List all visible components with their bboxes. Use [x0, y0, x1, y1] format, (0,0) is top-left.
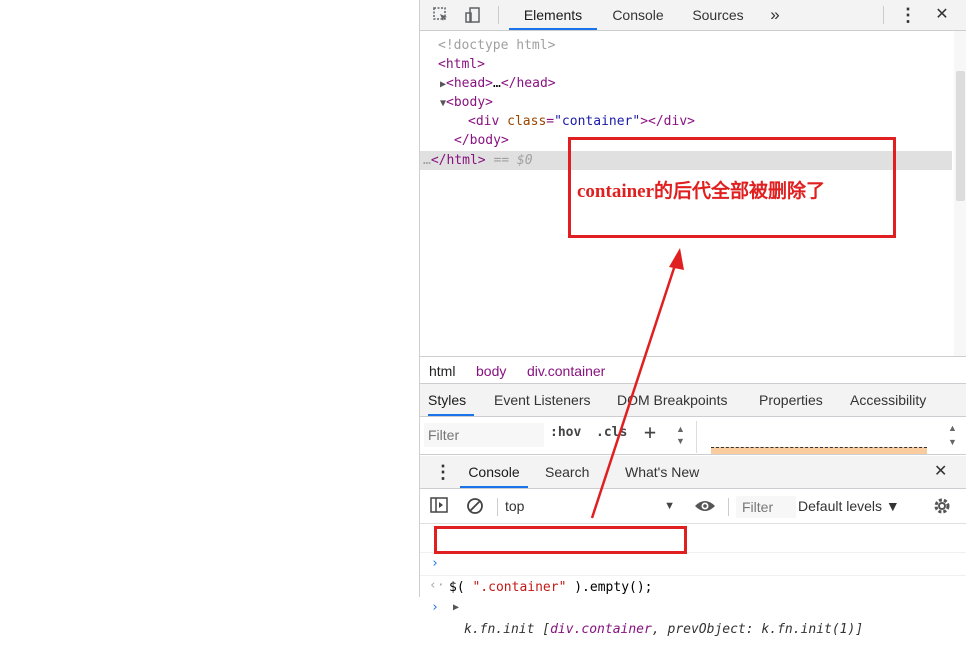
breadcrumb-body[interactable]: body — [476, 361, 506, 381]
annotation-text: container的后代全部被删除了 — [577, 181, 826, 202]
scrollbar-thumb[interactable] — [956, 71, 965, 201]
breadcrumb-html[interactable]: html — [429, 361, 455, 381]
head-ellipsis: … — [493, 76, 501, 91]
log-levels-dropdown[interactable]: Default levels ▼ — [798, 496, 900, 516]
more-tabs-icon[interactable]: » — [764, 0, 786, 30]
toolbar-divider — [883, 6, 884, 24]
inspect-element-icon[interactable] — [430, 4, 452, 26]
breadcrumb: html body div.container — [420, 356, 966, 384]
body-node[interactable]: ▼<body> — [440, 93, 493, 112]
div-attr-value: "container" — [554, 114, 641, 129]
console-toolbar: top ▼ Filter Default levels ▼ — [420, 489, 966, 524]
dom-tree-scrollbar[interactable] — [954, 31, 966, 356]
chevron-down-icon: ▼ — [664, 500, 675, 512]
customize-menu-icon[interactable]: ⋮ — [898, 0, 918, 30]
blank-page-area — [0, 0, 419, 597]
breadcrumb-div-container[interactable]: div.container — [527, 361, 605, 381]
box-model-margin — [711, 447, 927, 454]
row-dots: … — [423, 153, 431, 168]
close-devtools-icon[interactable]: ✕ — [930, 0, 954, 30]
toolbar-divider — [497, 498, 498, 516]
context-selector[interactable]: top ▼ — [505, 496, 675, 516]
tab-elements[interactable]: Elements — [509, 0, 597, 30]
scroll-arrows-icon[interactable]: ▲ ▼ — [676, 423, 685, 447]
devtools-panel: Elements Console Sources » ⋮ ✕ <!doctype… — [419, 0, 966, 637]
html-close-node[interactable]: …</html> == $0 — [423, 151, 533, 170]
device-toolbar-icon[interactable] — [462, 4, 484, 26]
cls-button[interactable]: .cls — [596, 425, 627, 440]
expand-triangle-icon[interactable]: ▶ — [453, 597, 459, 619]
hov-button[interactable]: :hov — [550, 425, 581, 440]
console-prompt[interactable]: › — [420, 576, 966, 615]
doctype-node[interactable]: <!doctype html> — [438, 36, 555, 55]
toolbar-divider — [728, 498, 729, 516]
new-style-rule-icon[interactable]: + — [644, 420, 656, 444]
tab-sources[interactable]: Sources — [684, 0, 752, 30]
result-suffix: , prevObject: k.fn.init(1)] — [651, 622, 864, 637]
box-model-preview — [696, 421, 952, 454]
console-drawer-tabbar: ⋮ Console Search What's New ✕ — [420, 456, 966, 489]
devtools-tabbar: Elements Console Sources » ⋮ ✕ — [420, 0, 966, 31]
tab-properties[interactable]: Properties — [759, 384, 823, 416]
body-close-node[interactable]: </body> — [454, 131, 509, 150]
div-attr-name: class — [507, 114, 547, 129]
result-value[interactable]: k.fn.init [div.container, prevObject: k.… — [464, 619, 863, 641]
console-result-line: ‹· ▶ k.fn.init [div.container, prevObjec… — [420, 553, 966, 637]
tab-accessibility[interactable]: Accessibility — [850, 384, 926, 416]
head-close-tag: </head> — [500, 76, 556, 91]
drawer-tab-whats-new[interactable]: What's New — [625, 456, 699, 488]
div-close-tag: ></div> — [640, 114, 695, 129]
html-open-node[interactable]: <html> — [438, 55, 485, 74]
drawer-tab-console[interactable]: Console — [460, 456, 528, 488]
drawer-tab-search[interactable]: Search — [545, 456, 589, 488]
scroll-arrows-icon[interactable]: ▲ ▼ — [948, 421, 957, 449]
console-filter-input[interactable]: Filter — [736, 496, 796, 518]
tab-event-listeners[interactable]: Event Listeners — [494, 384, 591, 416]
prompt-chevron-icon: › — [431, 600, 439, 615]
toolbar-divider — [498, 6, 499, 24]
body-open-tag: <body> — [446, 95, 493, 110]
result-element: div.container — [550, 622, 652, 637]
annotation-command-box — [434, 526, 687, 554]
result-prefix: k.fn.init [ — [464, 622, 551, 637]
styles-tabbar: Styles Event Listeners DOM Breakpoints P… — [420, 384, 966, 417]
annotation-box: container的后代全部被删除了 — [568, 137, 896, 238]
head-open-tag: <head> — [446, 76, 493, 91]
head-node[interactable]: ▶<head>…</head> — [440, 74, 556, 93]
live-expression-eye-icon[interactable] — [694, 498, 716, 517]
tab-dom-breakpoints[interactable]: DOM Breakpoints — [617, 384, 727, 416]
close-drawer-icon[interactable]: ✕ — [934, 456, 947, 488]
tab-console[interactable]: Console — [602, 0, 674, 30]
styles-filter-bar: :hov .cls + ▲▼ ▲▼ — [420, 417, 966, 455]
selected-node-ref: == $0 — [493, 153, 533, 168]
styles-filter-input[interactable] — [424, 423, 544, 447]
context-value: top — [505, 498, 525, 514]
console-settings-gear-icon[interactable] — [932, 496, 952, 519]
div-container-node[interactable]: <div class="container"></div> — [468, 112, 695, 131]
show-sidebar-icon[interactable] — [430, 497, 448, 516]
html-close-tag: </html> — [430, 153, 486, 168]
clear-console-icon[interactable] — [466, 497, 484, 518]
drawer-menu-icon[interactable]: ⋮ — [434, 456, 452, 488]
tab-styles[interactable]: Styles — [428, 384, 474, 416]
div-tag-name: div — [475, 114, 500, 129]
